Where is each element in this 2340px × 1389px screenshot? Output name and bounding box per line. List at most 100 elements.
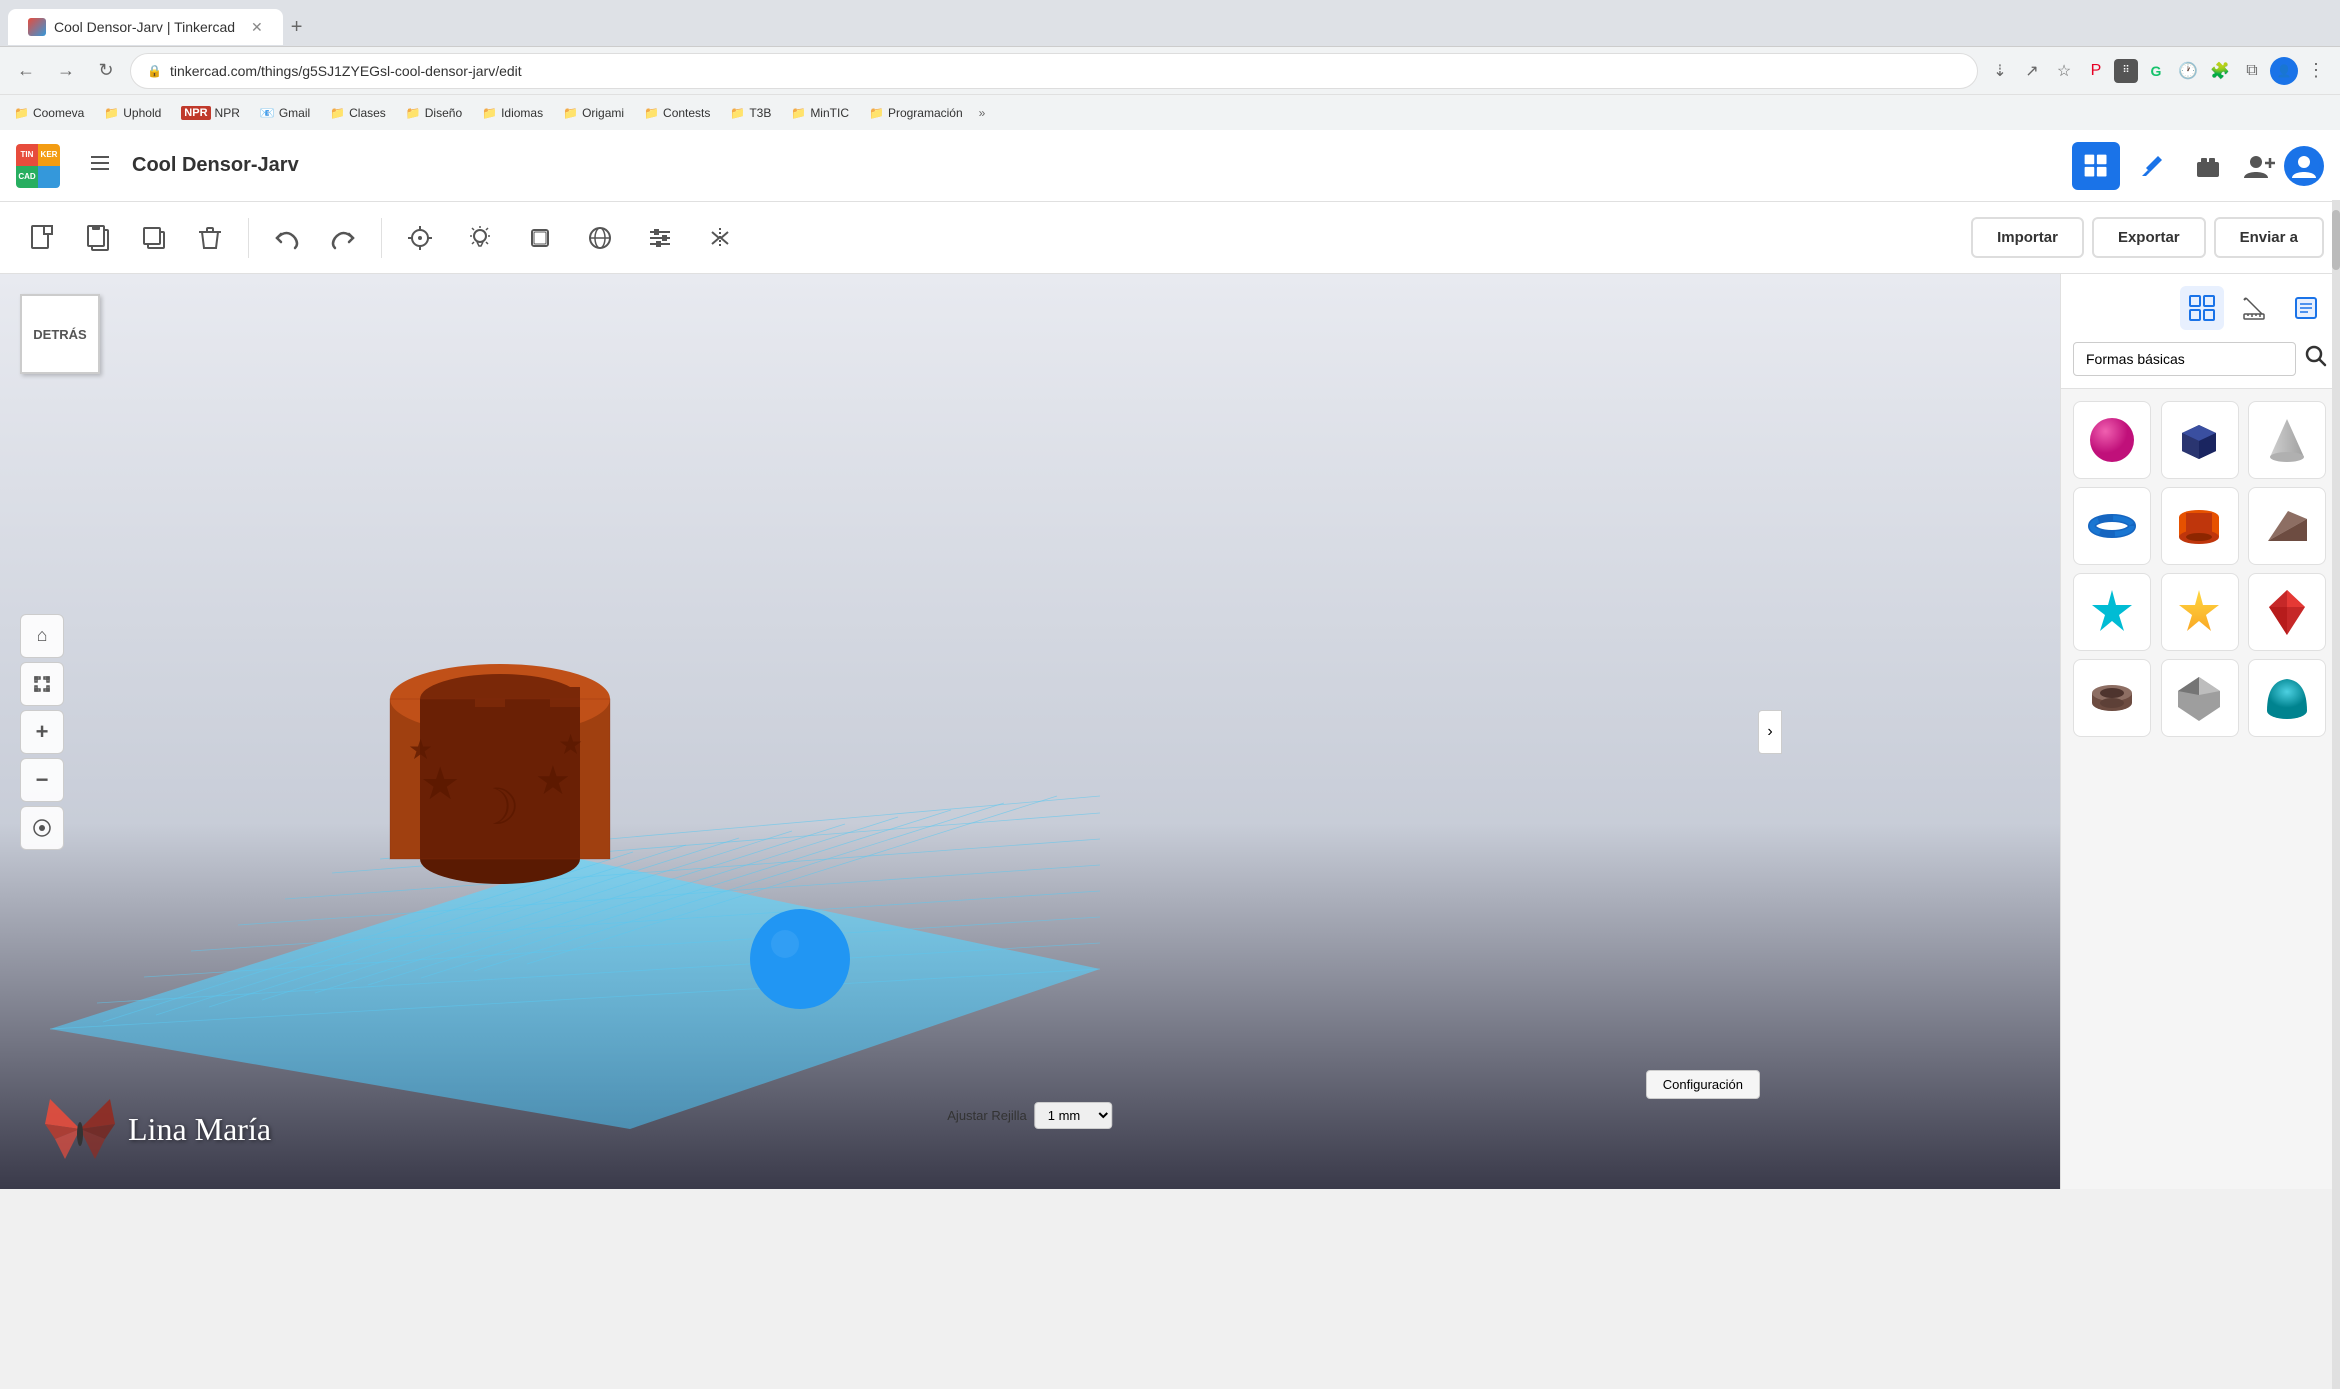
sphere-tool-button[interactable] [574, 212, 626, 264]
npr-icon: NPR [181, 106, 210, 120]
more-bookmarks[interactable]: » [979, 106, 986, 120]
extension-btn[interactable]: ⇣ [1986, 57, 2014, 85]
panel-top: Formas básicas Letras y números Conector… [2061, 274, 2340, 389]
extension-grid-icon[interactable]: ⠿ [2114, 59, 2138, 83]
bookmark-btn[interactable]: ☆ [2050, 57, 2078, 85]
tab-favicon [28, 18, 46, 36]
export-button[interactable]: Exportar [2092, 217, 2206, 258]
panel-icons [2073, 286, 2328, 330]
shape-tool-button[interactable] [514, 212, 566, 264]
send-button[interactable]: Enviar a [2214, 217, 2324, 258]
delete-button[interactable] [184, 212, 236, 264]
folder-icon: 📁 [791, 106, 806, 120]
tab-close[interactable]: ✕ [251, 19, 263, 36]
folder-icon: 📁 [14, 106, 29, 120]
reload-button[interactable]: ↻ [90, 55, 122, 87]
bookmark-t3b[interactable]: 📁 T3B [726, 104, 775, 122]
new-document-button[interactable] [16, 212, 68, 264]
tab-bar: Cool Densor-Jarv | Tinkercad ✕ + [0, 0, 2340, 46]
grid-shapes-button[interactable] [2180, 286, 2224, 330]
panel-scrollbar[interactable] [2332, 274, 2340, 1189]
shape-torus[interactable] [2073, 487, 2151, 565]
svg-text:☽: ☽ [475, 779, 520, 835]
bookmark-clases[interactable]: 📁 Clases [326, 104, 390, 122]
mirror-button[interactable] [694, 212, 746, 264]
new-tab-btn[interactable]: + [291, 16, 303, 39]
active-tab[interactable]: Cool Densor-Jarv | Tinkercad ✕ [8, 9, 283, 45]
shape-sphere[interactable] [2073, 401, 2151, 479]
tinkercad-logo: TIN KER CAD [16, 144, 60, 188]
shapes-grid [2061, 389, 2340, 749]
notes-button[interactable] [2284, 286, 2328, 330]
bookmark-uphold[interactable]: 📁 Uphold [100, 104, 165, 122]
shape-polyhedron[interactable] [2161, 659, 2239, 737]
share-btn[interactable]: ↗ [2018, 57, 2046, 85]
view-cube[interactable]: DETRÁS [20, 294, 100, 374]
shape-star-teal[interactable] [2073, 573, 2151, 651]
shape-star-gold[interactable] [2161, 573, 2239, 651]
shape-paraboloid[interactable] [2248, 659, 2326, 737]
bookmark-coomeva[interactable]: 📁 Coomeva [10, 104, 88, 122]
bookmark-mintic[interactable]: 📁 MinTIC [787, 104, 853, 122]
bookmark-contests[interactable]: 📁 Contests [640, 104, 714, 122]
shape-wedge[interactable] [2248, 487, 2326, 565]
logo-ker: KER [38, 144, 60, 166]
shape-box[interactable] [2161, 401, 2239, 479]
bookmark-programacion[interactable]: 📁 Programación [865, 104, 967, 122]
redo-button[interactable] [317, 212, 369, 264]
pickaxe-button[interactable] [2128, 142, 2176, 190]
undo-button[interactable] [261, 212, 313, 264]
tinkercad-app: TIN KER CAD Cool Densor-Jarv [0, 130, 2340, 1189]
shape-category-select[interactable]: Formas básicas Letras y números Conector… [2073, 342, 2296, 376]
shape-gem[interactable] [2248, 573, 2326, 651]
align-button[interactable] [634, 212, 686, 264]
blocks-button[interactable] [2184, 142, 2232, 190]
folder-icon: 📁 [406, 106, 421, 120]
bookmarks-bar: 📁 Coomeva 📁 Uphold NPR NPR 📧 Gmail 📁 Cla… [0, 94, 2340, 130]
clock-icon[interactable]: 🕐 [2174, 57, 2202, 85]
url-text: tinkercad.com/things/g5SJ1ZYEGsl-cool-de… [170, 63, 1961, 79]
grid-view-button[interactable] [2072, 142, 2120, 190]
viewport[interactable]: DETRÁS ⌂ + [0, 274, 2060, 1189]
svg-text:★: ★ [558, 729, 583, 760]
search-shapes-button[interactable] [2304, 344, 2328, 374]
folder-icon: 📁 [104, 106, 119, 120]
bookmark-label: Coomeva [33, 106, 84, 120]
shape-ring-brown[interactable] [2073, 659, 2151, 737]
bookmark-gmail[interactable]: 📧 Gmail [256, 104, 314, 122]
menu-btn[interactable]: ⋮ [2302, 57, 2330, 85]
add-user-button[interactable] [2240, 148, 2276, 184]
folder-icon: 📁 [730, 106, 745, 120]
bookmark-diseno[interactable]: 📁 Diseño [402, 104, 466, 122]
project-title[interactable]: Cool Densor-Jarv [132, 154, 299, 177]
logo-cad: CAD [16, 166, 38, 188]
ruler-button[interactable] [2232, 286, 2276, 330]
view-cube-label[interactable]: DETRÁS [20, 294, 100, 374]
puzzle-icon[interactable]: 🧩 [2206, 57, 2234, 85]
profile-btn[interactable]: 👤 [2270, 57, 2298, 85]
address-bar[interactable]: 🔒 tinkercad.com/things/g5SJ1ZYEGsl-cool-… [130, 53, 1978, 89]
import-button[interactable]: Importar [1971, 217, 2084, 258]
menu-hamburger-button[interactable] [84, 147, 116, 185]
paste-button[interactable] [72, 212, 124, 264]
duplicate-button[interactable] [128, 212, 180, 264]
grid-size-select[interactable]: 1 mm 2 mm 5 mm 10 mm [1035, 1102, 1113, 1129]
bookmark-label: Contests [663, 106, 710, 120]
shape-cone[interactable] [2248, 401, 2326, 479]
light-tool-button[interactable] [454, 212, 506, 264]
pinterest-icon[interactable]: P [2082, 57, 2110, 85]
shape-ring[interactable] [2161, 487, 2239, 565]
panel-toggle-button[interactable]: › [1758, 710, 1782, 754]
user-avatar[interactable] [2284, 146, 2324, 186]
bookmark-idiomas[interactable]: 📁 Idiomas [478, 104, 547, 122]
back-button[interactable]: ← [10, 55, 42, 87]
toolbar-divider-1 [248, 218, 249, 258]
configuration-button[interactable]: Configuración [1646, 1070, 1760, 1099]
window-icon[interactable]: ⧉ [2238, 57, 2266, 85]
bookmark-origami[interactable]: 📁 Origami [559, 104, 628, 122]
camera-tool-button[interactable] [394, 212, 446, 264]
bookmark-label: Diseño [425, 106, 462, 120]
forward-button[interactable]: → [50, 55, 82, 87]
bookmark-npr[interactable]: NPR NPR [177, 104, 244, 122]
grammarly-icon[interactable]: G [2142, 57, 2170, 85]
